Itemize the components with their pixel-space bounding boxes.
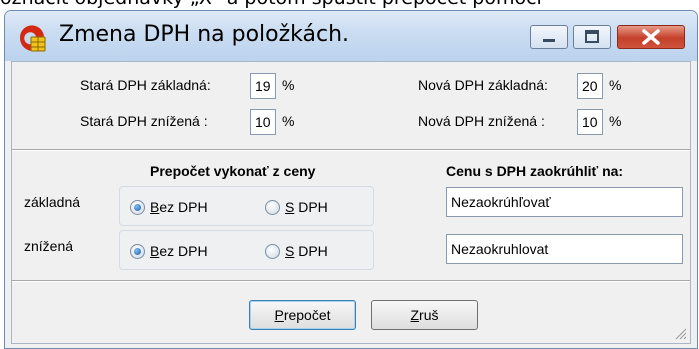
rounding-reduced-select[interactable]: Nezaokruhlovat (446, 234, 683, 264)
new-basic-percent: % (609, 77, 622, 93)
new-basic-field[interactable]: 20 (577, 73, 603, 99)
resize-grip-icon[interactable] (673, 326, 687, 340)
close-button[interactable] (617, 25, 685, 49)
minimize-icon (543, 39, 555, 42)
separator-bottom (12, 280, 690, 282)
minimize-button[interactable] (530, 25, 568, 49)
old-reduced-label: Stará DPH znížená : (80, 113, 208, 129)
recalc-basic-group: Bez DPH S DPH (119, 186, 374, 226)
old-reduced-percent: % (282, 113, 295, 129)
old-basic-field[interactable]: 19 (250, 73, 276, 99)
close-icon (642, 29, 660, 45)
old-basic-label: Stará DPH základná: (80, 77, 211, 93)
new-reduced-label: Nová DPH znížená : (418, 113, 545, 129)
recalculate-button[interactable]: Prepočet (249, 300, 356, 330)
reduced-without-vat-radio[interactable] (130, 244, 145, 259)
rounding-basic-select[interactable]: Nezaokrúhľovať (446, 187, 683, 217)
dialog-content: Stará DPH základná: 19 % Stará DPH zníže… (11, 61, 691, 344)
recalc-reduced-group: Bez DPH S DPH (119, 230, 374, 270)
cancel-button[interactable]: Zruš (371, 300, 478, 330)
rounding-heading: Cenu s DPH zaokrúhliť na: (446, 163, 624, 179)
app-icon (19, 25, 46, 52)
title-bar[interactable]: Zmena DPH na položkách. (5, 11, 697, 61)
window-title: Zmena DPH na položkách. (59, 22, 350, 47)
maximize-icon (585, 30, 599, 43)
reduced-with-vat-label[interactable]: S DPH (285, 243, 328, 259)
basic-without-vat-label[interactable]: Bez DPH (150, 199, 208, 215)
recalc-reduced-label: znížená (24, 238, 74, 254)
reduced-without-vat-label[interactable]: Bez DPH (150, 243, 208, 259)
recalc-basic-label: základná (24, 194, 81, 210)
maximize-button[interactable] (573, 25, 611, 49)
new-reduced-percent: % (609, 113, 622, 129)
recalc-heading: Prepočet vykonať z ceny (150, 163, 316, 179)
separator-top (12, 149, 690, 151)
new-reduced-field[interactable]: 10 (577, 109, 603, 135)
new-basic-label: Nová DPH základná: (418, 77, 548, 93)
reduced-with-vat-radio[interactable] (265, 244, 280, 259)
basic-with-vat-radio[interactable] (265, 200, 280, 215)
basic-with-vat-label[interactable]: S DPH (285, 199, 328, 215)
dialog-window: Zmena DPH na položkách. Stará DPH základ… (4, 10, 698, 349)
old-basic-percent: % (282, 77, 295, 93)
basic-without-vat-radio[interactable] (130, 200, 145, 215)
old-reduced-field[interactable]: 10 (250, 109, 276, 135)
